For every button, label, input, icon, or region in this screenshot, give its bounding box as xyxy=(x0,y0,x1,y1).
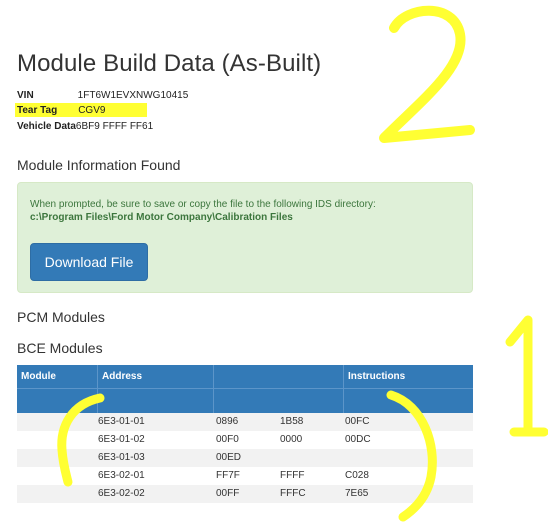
cell-value-2: FFFF xyxy=(280,470,305,481)
table-body: 6E3-01-01 0896 1B58 00FC 6E3-01-02 00F0 … xyxy=(17,413,473,503)
tear-tag-row: Tear Tag CGV9 xyxy=(17,104,105,117)
bce-modules-heading: BCE Modules xyxy=(17,340,103,356)
vin-row: VIN 1FT6W1EVXNWG10415 xyxy=(17,89,188,102)
vehicle-data-value: 6BF9 FFFF FF61 xyxy=(75,121,154,132)
vin-label: VIN xyxy=(17,90,34,101)
table-row: 6E3-01-03 00ED xyxy=(17,449,473,467)
pcm-modules-heading: PCM Modules xyxy=(17,309,105,325)
col-header-instructions: Instructions xyxy=(348,371,406,382)
cell-value-1: 00F0 xyxy=(216,434,239,445)
notice-path: c:\Program Files\Ford Motor Company\Cali… xyxy=(30,212,293,223)
col-header-blank xyxy=(214,365,344,413)
vin-value: 1FT6W1EVXNWG10415 xyxy=(77,90,189,101)
cell-value-3: C028 xyxy=(345,470,369,481)
cell-value-1: 00ED xyxy=(216,452,242,463)
table-row: 6E3-02-01 FF7F FFFF C028 xyxy=(17,467,473,485)
cell-address: 6E3-01-03 xyxy=(98,452,145,463)
vehicle-data-row: Vehicle Data6BF9 FFFF FF61 xyxy=(17,120,153,133)
table-row: 6E3-02-02 00FF FFFC 7E65 xyxy=(17,485,473,503)
cell-value-1: 00FF xyxy=(216,488,240,499)
col-header-module: Module xyxy=(17,365,98,413)
cell-value-3: 00FC xyxy=(345,416,370,427)
annotation-number-one xyxy=(505,315,548,437)
col-header-address: Address xyxy=(98,365,214,413)
cell-value-1: FF7F xyxy=(216,470,240,481)
table-header: Module Address Instructions xyxy=(17,365,473,413)
cell-address: 6E3-02-02 xyxy=(98,488,145,499)
notice-text: When prompted, be sure to save or copy t… xyxy=(30,199,376,210)
table-row: 6E3-01-01 0896 1B58 00FC xyxy=(17,413,473,431)
annotation-number-two xyxy=(379,5,475,143)
cell-value-3: 00DC xyxy=(345,434,371,445)
cell-value-2: 1B58 xyxy=(280,416,304,427)
cell-value-3: 7E65 xyxy=(345,488,369,499)
table-row: 6E3-01-02 00F0 0000 00DC xyxy=(17,431,473,449)
cell-value-2: 0000 xyxy=(280,434,303,445)
cell-address: 6E3-02-01 xyxy=(98,470,145,481)
page-title: Module Build Data (As-Built) xyxy=(17,50,322,77)
success-notice: When prompted, be sure to save or copy t… xyxy=(17,182,473,293)
cell-value-1: 0896 xyxy=(216,416,239,427)
cell-value-2: FFFC xyxy=(280,488,306,499)
module-info-heading: Module Information Found xyxy=(17,157,181,173)
cell-address: 6E3-01-02 xyxy=(98,434,145,445)
vehicle-data-label: Vehicle Data xyxy=(17,121,76,132)
tear-tag-label: Tear Tag xyxy=(17,105,58,116)
tear-tag-value: CGV9 xyxy=(78,105,106,116)
bce-modules-table: Module Address Instructions 6E3-01-01 08… xyxy=(17,365,473,503)
cell-address: 6E3-01-01 xyxy=(98,416,145,427)
header-divider xyxy=(17,388,473,389)
download-file-button[interactable]: Download File xyxy=(30,243,148,281)
